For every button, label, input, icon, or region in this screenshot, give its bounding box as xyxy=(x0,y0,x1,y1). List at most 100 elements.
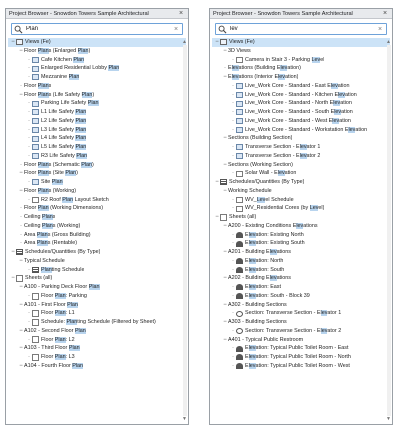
tree-item[interactable]: −3D Views xyxy=(212,47,390,56)
tree-item[interactable]: · Elevation: North xyxy=(212,257,390,266)
tree-item[interactable]: · Area Plans (Gross Building) xyxy=(8,231,186,240)
tree-item[interactable]: − A303 - Building Sections xyxy=(212,318,390,327)
tree-item[interactable]: · Elevation: Typical Public Toilet Room -… xyxy=(212,362,390,371)
tree-item[interactable]: − A401 - Typical Public Restroom xyxy=(212,336,390,345)
tree-item[interactable]: − A302 - Building Sections xyxy=(212,301,390,310)
tree-item[interactable]: · Floor Plan: L1 xyxy=(8,309,186,318)
tree-item[interactable]: · Enlarged Residential Lobby Plan xyxy=(8,64,186,73)
search-input[interactable] xyxy=(23,24,172,34)
tree-item[interactable]: · Floor Plan: Parking xyxy=(8,292,186,301)
tree-item[interactable]: − Schedules/Quantities (By Type) xyxy=(8,248,186,257)
tree-item[interactable]: · Elevations (Building Elevation) xyxy=(212,64,390,73)
tree-item[interactable]: · Floor Plans (Schematic Plan) xyxy=(8,161,186,170)
sheet-icon xyxy=(32,318,39,326)
tree-item[interactable]: − A101 - First Floor Plan xyxy=(8,301,186,310)
tree-item[interactable]: · Floor Plans xyxy=(8,82,186,91)
tree-item[interactable]: · Floor Plan (Working Dimensions) xyxy=(8,204,186,213)
tree-item[interactable]: − A103 - Third Floor Plan xyxy=(8,344,186,353)
tree-item[interactable]: − Sheets (all) xyxy=(8,274,186,283)
tree-item[interactable]: − Sections (Building Section) xyxy=(212,134,390,143)
tree-item[interactable]: · Live_Work Core - Standard - Workstation… xyxy=(212,126,390,135)
tree-item[interactable]: · Planting Schedule xyxy=(8,266,186,275)
tree-item-label: Transverse Section - Elevator 1 xyxy=(245,144,321,150)
tree-item[interactable]: − Floor Plans (Life Safety Plan) xyxy=(8,91,186,100)
clear-search-icon[interactable]: × xyxy=(376,26,384,33)
clear-search-icon[interactable]: × xyxy=(172,26,180,33)
tree-item-label: Schedule: Planting Schedule (Filtered by… xyxy=(41,319,156,325)
tree-item[interactable]: − A102 - Second Floor Plan xyxy=(8,327,186,336)
tree-item[interactable]: − Floor Plans (Enlarged Plan) xyxy=(8,47,186,56)
sheet-icon xyxy=(32,292,39,300)
tree-item[interactable]: · R3 Life Safety Plan xyxy=(8,152,186,161)
tree-item[interactable]: − A100 - Parking Deck Floor Plan xyxy=(8,283,186,292)
tree-item[interactable]: · Site Plan xyxy=(8,178,186,187)
tree-item[interactable]: · Ceiling Plans xyxy=(8,213,186,222)
tree-item[interactable]: · R2 Roof Plan Layout Sketch xyxy=(8,196,186,205)
tree-item[interactable]: · Solar Wall - Elevation xyxy=(212,169,390,178)
tree-item[interactable]: · WV_Level Schedule xyxy=(212,196,390,205)
scroll-track[interactable] xyxy=(182,45,187,416)
tree-item[interactable]: · Section: Transverse Section - Elevator … xyxy=(212,309,390,318)
close-icon[interactable]: × xyxy=(177,10,185,17)
tree-item[interactable]: − A104 - Fourth Floor Plan xyxy=(8,362,186,371)
tree-item[interactable]: · Elevation: Existing South xyxy=(212,239,390,248)
tree-item[interactable]: · L2 Life Safety Plan xyxy=(8,117,186,126)
tree-item[interactable]: − Typical Schedule xyxy=(8,257,186,266)
tree-item[interactable]: · Elevation: Existing North xyxy=(212,231,390,240)
tree-item[interactable]: · Mezzanine Plan xyxy=(8,73,186,82)
scroll-down-icon[interactable]: ▼ xyxy=(182,416,187,422)
browser-tree: − Views (Fe) − Floor Plans (Enlarged Plan) ·… xyxy=(6,38,188,418)
sheet-icon xyxy=(32,353,39,361)
tree-item[interactable]: − A202 - Building Elevations xyxy=(212,274,390,283)
tree-item[interactable]: − Sheets (all) xyxy=(212,213,390,222)
tree-item[interactable]: · Schedule: Planting Schedule (Filtered b… xyxy=(8,318,186,327)
tree-item[interactable]: − A201 - Building Elevations xyxy=(212,248,390,257)
tree-item[interactable]: · Elevation: South xyxy=(212,266,390,275)
tree-item[interactable]: · Area Plans (Rentable) xyxy=(8,239,186,248)
tree-item[interactable]: · Live_Work Core - Standard - West Elevat… xyxy=(212,117,390,126)
tree-item[interactable]: · Cafe Kitchen Plan xyxy=(8,56,186,65)
tree-item[interactable]: − Schedules/Quantities (By Type) xyxy=(212,178,390,187)
vertical-scrollbar[interactable]: ▲ ▼ xyxy=(182,39,187,422)
tree-item[interactable]: · Transverse Section - Elevator 1 xyxy=(212,143,390,152)
tree-item[interactable]: − Views (Fe) xyxy=(212,38,390,47)
tree-item[interactable]: · WV_Residential Cores (by Level) xyxy=(212,204,390,213)
elevation-icon xyxy=(236,266,243,273)
tree-item[interactable]: · L5 Life Safety Plan xyxy=(8,143,186,152)
tree-item[interactable]: · L3 Life Safety Plan xyxy=(8,126,186,135)
tree-item[interactable]: − Floor Plans (Site Plan) xyxy=(8,169,186,178)
tree-item[interactable]: · Elevation: Typical Public Toilet Room -… xyxy=(212,344,390,353)
tree-item[interactable]: · Ceiling Plans (Working) xyxy=(8,222,186,231)
tree-item[interactable]: · Floor Plan: L2 xyxy=(8,336,186,345)
tree-item-label: Elevation: North xyxy=(245,257,284,264)
tree-item[interactable]: − Elevations (Interior Elevation) xyxy=(212,73,390,82)
tree-item[interactable]: · Live_Work Core - Standard - South Eleva… xyxy=(212,108,390,117)
tree-item[interactable]: · Elevation: South - Block 39 xyxy=(212,292,390,301)
tree-item[interactable]: · Camera in Stair 3 - Parking Level xyxy=(212,56,390,65)
scroll-down-icon[interactable]: ▼ xyxy=(386,416,391,422)
tree-item[interactable]: − A200 - Existing Conditions Elevations xyxy=(212,222,390,231)
tree-item[interactable]: · Elevation: East xyxy=(212,283,390,292)
search-icon xyxy=(218,25,227,33)
tree-item[interactable]: − Working Schedule xyxy=(212,187,390,196)
search-input[interactable] xyxy=(227,24,376,34)
tree-item[interactable]: − Sections (Working Section) xyxy=(212,161,390,170)
sheet-icon xyxy=(32,336,39,344)
tree-item-label: Floor Plans xyxy=(24,82,52,89)
tree-item[interactable]: · Live_Work Core - Standard - East Elevat… xyxy=(212,82,390,91)
tree-item[interactable]: · Transverse Section - Elevator 2 xyxy=(212,152,390,161)
scroll-track[interactable] xyxy=(386,45,391,416)
close-icon[interactable]: × xyxy=(381,10,389,17)
vertical-scrollbar[interactable]: ▲ ▼ xyxy=(386,39,391,422)
floor-plan-icon xyxy=(236,100,243,107)
tree-item[interactable]: · Section: Transverse Section - Elevator … xyxy=(212,327,390,336)
tree-item[interactable]: − Floor Plans (Working) xyxy=(8,187,186,196)
tree-item[interactable]: · Elevation: Typical Public Toilet Room -… xyxy=(212,353,390,362)
tree-item[interactable]: · Live_Work Core - Standard - Kitchen Ele… xyxy=(212,91,390,100)
tree-item[interactable]: · Parking Life Safety Plan xyxy=(8,99,186,108)
tree-item[interactable]: − Views (Fe) xyxy=(8,38,186,47)
tree-item[interactable]: · L4 Life Safety Plan xyxy=(8,134,186,143)
tree-item[interactable]: · L1 Life Safety Plan xyxy=(8,108,186,117)
tree-item[interactable]: · Live_Work Core - Standard - North Eleva… xyxy=(212,99,390,108)
tree-item[interactable]: · Floor Plan: L3 xyxy=(8,353,186,362)
